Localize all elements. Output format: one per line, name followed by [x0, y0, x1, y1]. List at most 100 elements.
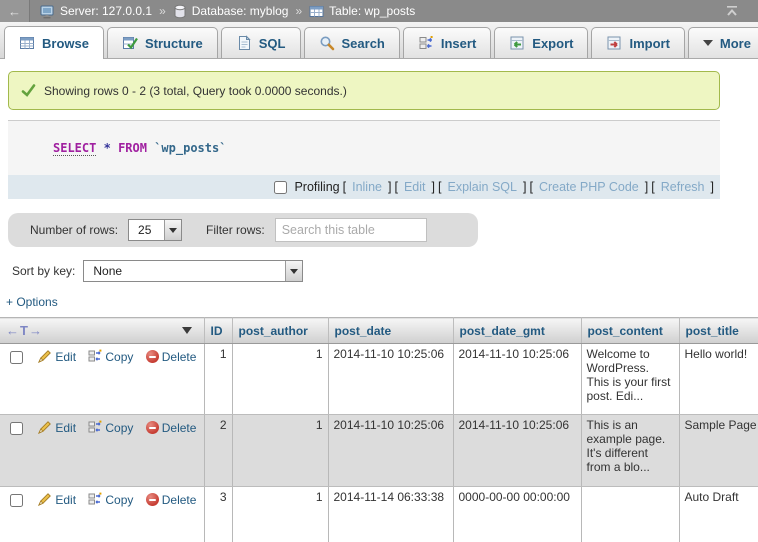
- copy-action[interactable]: Copy: [88, 350, 133, 364]
- filter-rows-label: Filter rows:: [206, 223, 265, 237]
- cell-post-title: Hello world!: [679, 344, 758, 415]
- row-checkbox[interactable]: [10, 494, 23, 507]
- actions-header-cell: ←T→: [0, 318, 204, 344]
- refresh-link[interactable]: Refresh: [661, 180, 705, 194]
- rows-per-page-select[interactable]: 25: [128, 219, 182, 241]
- cell-post-content: This is an example page. It's different …: [581, 415, 679, 487]
- copy-action[interactable]: Copy: [88, 493, 133, 507]
- collapse-icon[interactable]: [724, 3, 740, 19]
- row-actions-cell: Edit Copy Delete: [0, 415, 204, 487]
- edit-label: Edit: [55, 421, 76, 435]
- breadcrumb-separator: »: [159, 4, 166, 18]
- sql-star: *: [104, 141, 111, 155]
- tab-label: SQL: [259, 36, 286, 51]
- delete-label: Delete: [162, 421, 197, 435]
- edit-action[interactable]: Edit: [38, 350, 76, 364]
- delete-icon: [146, 350, 159, 363]
- tab-structure[interactable]: Structure: [107, 27, 218, 58]
- copy-label: Copy: [105, 350, 133, 364]
- sort-by-key-row: Sort by key: None: [6, 256, 758, 286]
- column-header-post-author[interactable]: post_author: [232, 318, 328, 344]
- delete-action[interactable]: Delete: [146, 421, 197, 435]
- transpose-controls[interactable]: ←T→: [6, 323, 43, 338]
- rows-controls-bar: Number of rows: 25 Filter rows:: [8, 213, 478, 247]
- delete-label: Delete: [162, 493, 197, 507]
- tab-bar: Browse Structure SQL Search: [0, 22, 758, 59]
- cell-post-content: [581, 487, 679, 542]
- tab-sql[interactable]: SQL: [221, 27, 301, 58]
- column-actions-dropdown-icon[interactable]: [182, 327, 192, 339]
- breadcrumb-table[interactable]: Table: wp_posts: [329, 4, 415, 18]
- number-of-rows-label: Number of rows:: [30, 223, 118, 237]
- breadcrumb-separator: »: [295, 4, 302, 18]
- bracket: ]: [711, 180, 714, 194]
- table-icon: [309, 4, 324, 19]
- profiling-checkbox[interactable]: [274, 181, 287, 194]
- profiling-label: Profiling: [294, 180, 339, 194]
- options-toggle-link[interactable]: + Options: [6, 295, 58, 309]
- edit-action[interactable]: Edit: [38, 493, 76, 507]
- success-message: Showing rows 0 - 2 (3 total, Query took …: [8, 71, 720, 110]
- copy-icon: [88, 492, 102, 506]
- tab-label: Insert: [441, 36, 476, 51]
- edit-query-link[interactable]: Edit: [404, 180, 426, 194]
- tab-search[interactable]: Search: [304, 27, 400, 58]
- column-header-post-date-gmt[interactable]: post_date_gmt: [453, 318, 581, 344]
- bracket: ]: [523, 180, 526, 194]
- tab-insert[interactable]: Insert: [403, 27, 491, 58]
- table-filter-input[interactable]: [275, 218, 427, 242]
- bracket: ]: [388, 180, 391, 194]
- row-checkbox[interactable]: [10, 351, 23, 364]
- inline-link[interactable]: Inline: [352, 180, 382, 194]
- pencil-icon: [38, 420, 52, 434]
- delete-label: Delete: [162, 350, 197, 364]
- tab-browse[interactable]: Browse: [4, 26, 104, 59]
- create-php-code-link[interactable]: Create PHP Code: [539, 180, 639, 194]
- tab-import[interactable]: Import: [591, 27, 684, 58]
- cell-post-author: 1: [232, 415, 328, 487]
- delete-action[interactable]: Delete: [146, 350, 197, 364]
- sort-by-key-select[interactable]: None: [83, 260, 303, 282]
- copy-action[interactable]: Copy: [88, 421, 133, 435]
- server-icon: [40, 4, 55, 19]
- column-header-post-content[interactable]: post_content: [581, 318, 679, 344]
- tab-export[interactable]: Export: [494, 27, 588, 58]
- table-row: Edit Copy Delete 2 1 2014-11-10 10:25:06…: [0, 415, 758, 487]
- delete-icon: [146, 421, 159, 434]
- import-icon: [606, 35, 622, 51]
- tab-more[interactable]: More: [688, 27, 758, 58]
- copy-label: Copy: [105, 493, 133, 507]
- sql-table-identifier: `wp_posts`: [154, 141, 226, 155]
- pencil-icon: [38, 349, 52, 363]
- edit-action[interactable]: Edit: [38, 421, 76, 435]
- explain-sql-link[interactable]: Explain SQL: [447, 180, 516, 194]
- bracket: [: [529, 180, 532, 194]
- success-message-text: Showing rows 0 - 2 (3 total, Query took …: [44, 84, 347, 98]
- column-header-post-date[interactable]: post_date: [328, 318, 453, 344]
- breadcrumb-database[interactable]: Database: myblog: [192, 4, 289, 18]
- copy-label: Copy: [105, 421, 133, 435]
- edit-label: Edit: [55, 350, 76, 364]
- back-button[interactable]: [0, 0, 30, 22]
- cell-post-date-gmt: 0000-00-00 00:00:00: [453, 487, 581, 542]
- sql-keyword-select: SELECT: [53, 141, 96, 156]
- sql-query-box: SELECT * FROM `wp_posts`: [8, 121, 720, 175]
- delete-action[interactable]: Delete: [146, 493, 197, 507]
- column-header-post-title[interactable]: post_title: [679, 318, 758, 344]
- row-checkbox[interactable]: [10, 422, 23, 435]
- cell-post-author: 1: [232, 344, 328, 415]
- column-header-id[interactable]: ID: [204, 318, 232, 344]
- cell-id: 1: [204, 344, 232, 415]
- sort-by-key-value: None: [84, 261, 285, 281]
- breadcrumb-server[interactable]: Server: 127.0.0.1: [60, 4, 152, 18]
- search-icon: [319, 35, 335, 51]
- cell-post-title: Auto Draft: [679, 487, 758, 542]
- cell-post-date: 2014-11-10 10:25:06: [328, 344, 453, 415]
- tab-label: More: [720, 36, 751, 51]
- tab-label: Import: [629, 36, 669, 51]
- cell-id: 2: [204, 415, 232, 487]
- cell-post-author: 1: [232, 487, 328, 542]
- cell-post-content: Welcome to WordPress. This is your first…: [581, 344, 679, 415]
- bracket: [: [438, 180, 441, 194]
- breadcrumb-bar: Server: 127.0.0.1 » Database: myblog » T…: [0, 0, 758, 22]
